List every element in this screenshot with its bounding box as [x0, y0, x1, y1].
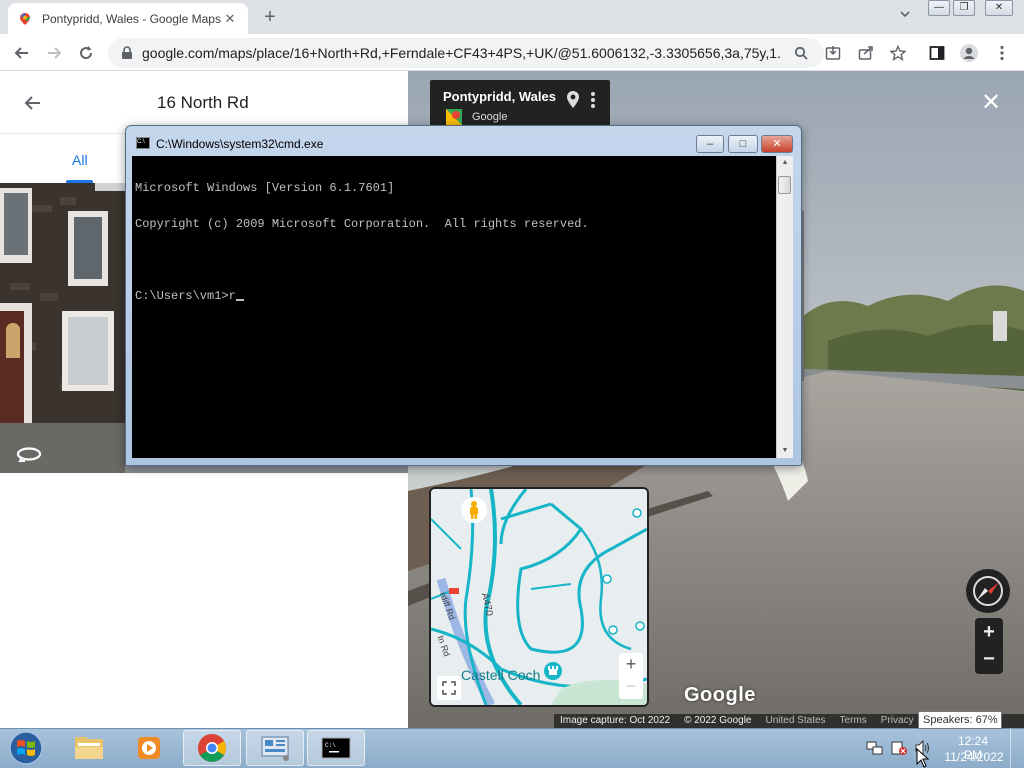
image-capture-date: Image capture: Oct 2022: [560, 715, 671, 726]
place-title: 16 North Rd: [157, 93, 249, 112]
mouse-cursor-icon: [916, 748, 930, 768]
taskbar-cmd[interactable]: C:\: [307, 730, 365, 766]
text-cursor: [235, 299, 244, 301]
minimap-zoom-in-button[interactable]: +: [619, 653, 643, 676]
pegman-icon[interactable]: [461, 497, 487, 523]
forward-arrow-icon[interactable]: [42, 41, 66, 65]
taskbar-control-panel[interactable]: [246, 730, 304, 766]
menu-kebab-icon[interactable]: [991, 42, 1013, 64]
search-icon[interactable]: [790, 42, 812, 64]
castle-label: Castell Coch: [461, 667, 541, 683]
cmd-icon: C:\: [321, 737, 351, 759]
mini-map[interactable]: A470 rdiff Rd In Rd Castell Coch + −: [429, 487, 649, 707]
chrome-icon: [198, 734, 226, 762]
taskbar-media-player[interactable]: [120, 730, 178, 766]
back-arrow-icon[interactable]: [20, 90, 46, 116]
compass-icon[interactable]: [965, 568, 1011, 614]
install-app-icon[interactable]: [822, 42, 844, 64]
folder-icon: [75, 737, 103, 759]
street-view-zoom-control: + −: [975, 618, 1003, 674]
cmd-maximize-button[interactable]: □: [728, 135, 758, 153]
zoom-in-button[interactable]: +: [975, 618, 1003, 646]
console-prompt: C:\Users\vm1>r: [135, 289, 236, 303]
bookmark-star-icon[interactable]: [887, 42, 909, 64]
minimize-button[interactable]: —: [928, 0, 950, 16]
restore-button[interactable]: ❐: [953, 0, 975, 16]
show-desktop-button[interactable]: [1010, 728, 1024, 768]
url-text: google.com/maps/place/16+North+Rd,+Fernd…: [142, 45, 782, 61]
country-link[interactable]: United States: [766, 714, 826, 728]
street-view-title: Pontypridd, Wales: [443, 89, 556, 104]
action-center-icon[interactable]: [890, 740, 908, 756]
address-bar[interactable]: google.com/maps/place/16+North+Rd,+Fernd…: [108, 38, 824, 68]
rotate-360-icon[interactable]: [14, 442, 44, 466]
reload-icon[interactable]: [74, 41, 98, 65]
console-line: Copyright (c) 2009 Microsoft Corporation…: [135, 217, 589, 231]
minimap-zoom-control: + −: [619, 653, 643, 699]
tab-title: Pontypridd, Wales - Google Maps: [42, 11, 221, 26]
svg-text:C:\: C:\: [325, 742, 336, 749]
tab-close-icon[interactable]: ✕: [222, 11, 238, 27]
new-tab-button[interactable]: +: [258, 5, 282, 29]
cmd-scroll-thumb[interactable]: [778, 176, 791, 194]
privacy-link[interactable]: Privacy: [881, 714, 914, 728]
console-output[interactable]: Microsoft Windows [Version 6.1.7601] Cop…: [132, 156, 776, 458]
taskbar-explorer[interactable]: [60, 730, 118, 766]
taskbar-chrome[interactable]: [183, 730, 241, 766]
media-player-icon: [138, 737, 160, 759]
share-icon[interactable]: [855, 42, 877, 64]
cmd-close-button[interactable]: ✕: [761, 135, 793, 153]
copyright: © 2022 Google: [684, 715, 752, 726]
more-options-icon[interactable]: [590, 91, 596, 109]
profile-avatar-icon[interactable]: [958, 42, 980, 64]
clock-date[interactable]: 11/24/2022: [942, 750, 1006, 764]
lock-icon: [122, 46, 132, 59]
google-maps-logo-icon: [446, 109, 462, 125]
cmd-icon: C:\: [136, 137, 150, 149]
speaker-tooltip: Speakers: 67%: [918, 711, 1002, 729]
tab-all[interactable]: All: [72, 152, 88, 168]
google-logo: Google: [684, 684, 756, 706]
zoom-out-button[interactable]: −: [975, 646, 1003, 674]
cmd-minimize-button[interactable]: –: [696, 135, 724, 153]
back-arrow-icon[interactable]: [10, 41, 34, 65]
close-street-view-icon[interactable]: ✕: [978, 90, 1004, 116]
google-maps-pin-icon: [20, 12, 30, 25]
side-panel-icon[interactable]: [926, 42, 948, 64]
fullscreen-icon[interactable]: [437, 676, 461, 700]
terms-link[interactable]: Terms: [840, 714, 867, 728]
location-pin-icon[interactable]: [566, 90, 580, 110]
minimap-zoom-out-button[interactable]: −: [619, 676, 643, 699]
console-line: Microsoft Windows [Version 6.1.7601]: [135, 181, 395, 195]
browser-tab[interactable]: Pontypridd, Wales - Google Maps ✕: [8, 3, 248, 34]
castle-pin-icon[interactable]: [543, 661, 563, 681]
start-button-icon[interactable]: [6, 730, 46, 766]
cmd-scrollbar[interactable]: ▲ ▼: [776, 156, 793, 458]
street-view-source: Google: [472, 111, 508, 123]
control-panel-icon: [261, 736, 289, 761]
tab-search-icon[interactable]: [895, 8, 915, 28]
scroll-down-arrow-icon[interactable]: ▼: [777, 444, 793, 458]
scroll-up-arrow-icon[interactable]: ▲: [777, 156, 793, 170]
network-icon[interactable]: [866, 740, 884, 756]
close-window-button[interactable]: ✕: [985, 0, 1013, 16]
console-prompt-line: C:\Users\vm1>r: [135, 290, 773, 302]
cmd-title: C:\Windows\system32\cmd.exe: [156, 137, 324, 151]
